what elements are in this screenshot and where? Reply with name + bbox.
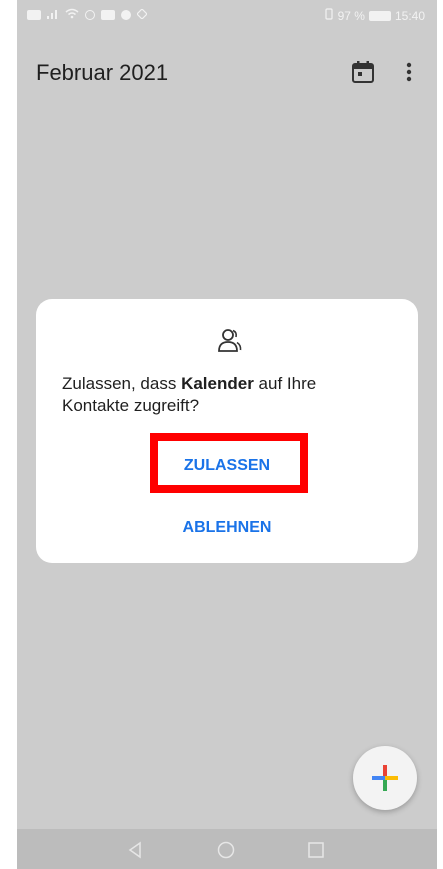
add-icon (372, 765, 398, 791)
notification-icon (121, 10, 131, 20)
screen: 97 % 15:40 Februar 2021 Zulassen, dass K… (17, 0, 437, 869)
navigation-bar (17, 829, 437, 869)
page-title: Februar 2021 (36, 60, 169, 85)
status-icons-right: 97 % 15:40 (324, 8, 425, 23)
youtube-icon (101, 10, 115, 20)
app-bar: Februar 2021 (17, 48, 437, 98)
nav-back-icon[interactable] (127, 841, 143, 864)
signal-icon (47, 8, 59, 22)
highlight-box (150, 433, 308, 493)
contacts-icon (216, 327, 242, 353)
message-prefix: Zulassen, dass (62, 374, 182, 393)
location-icon (136, 8, 148, 22)
status-bar: 97 % 15:40 (17, 0, 437, 30)
status-icons-left (27, 8, 148, 22)
whatsapp-icon (85, 10, 95, 20)
vibrate-icon (324, 8, 334, 23)
permission-message: Zulassen, dass Kalender auf Ihre Kontakt… (62, 373, 382, 417)
nav-home-icon[interactable] (217, 841, 235, 864)
add-event-button[interactable] (353, 746, 417, 810)
permission-dialog: Zulassen, dass Kalender auf Ihre Kontakt… (36, 299, 418, 563)
battery-icon (368, 10, 391, 21)
more-vert-icon[interactable] (399, 59, 419, 85)
clock: 15:40 (394, 8, 425, 23)
app-name: Kalender (181, 374, 254, 393)
battery-percent: 97 % (337, 8, 365, 23)
wifi-icon (65, 8, 79, 22)
nav-recents-icon[interactable] (307, 841, 325, 864)
deny-button[interactable]: ABLEHNEN (36, 519, 418, 537)
volte-icon (27, 10, 41, 20)
calendar-today-icon[interactable] (350, 59, 376, 85)
